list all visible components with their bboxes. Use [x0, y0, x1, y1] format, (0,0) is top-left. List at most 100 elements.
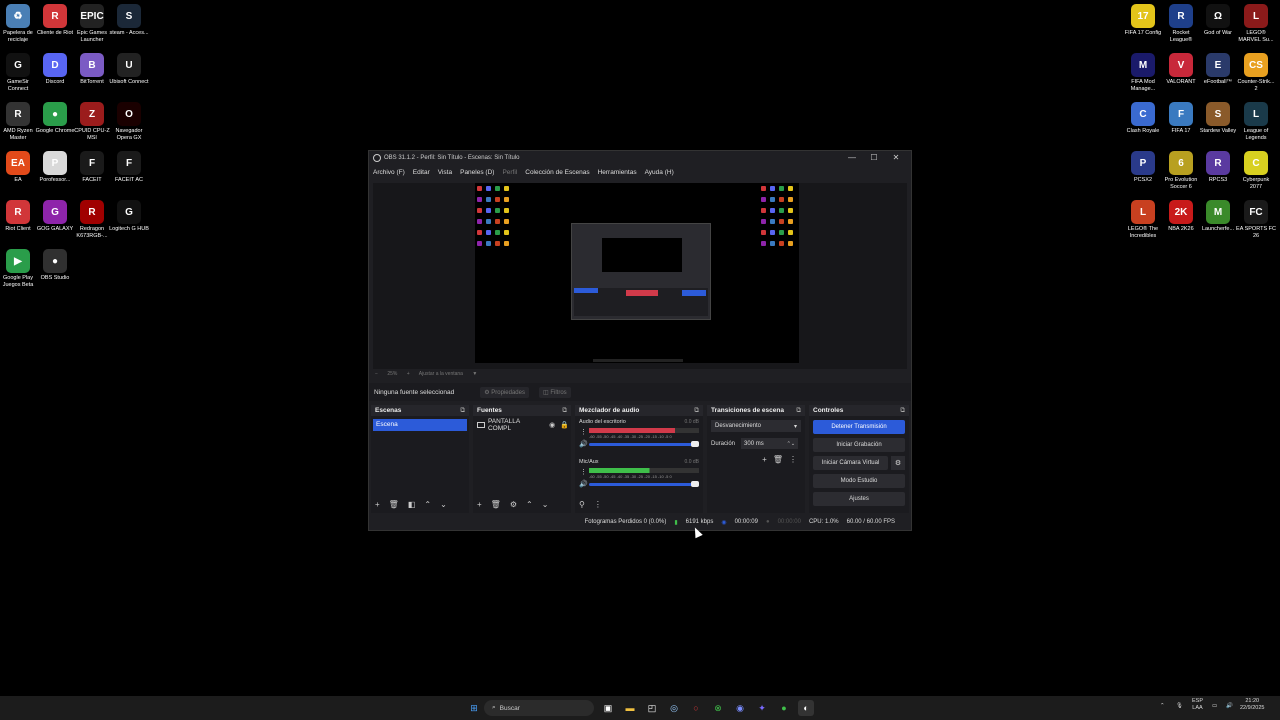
studio-mode-button[interactable]: Modo Estudio: [813, 474, 905, 488]
zoom-in-button[interactable]: +: [407, 371, 410, 377]
more-icon[interactable]: ⋮: [594, 500, 602, 509]
trash-icon[interactable]: 🗑: [491, 500, 501, 509]
desktop-icon-gamesir[interactable]: G GameSir Connect: [0, 53, 38, 93]
desktop-icon-riot-client[interactable]: R Cliente de Riot: [35, 4, 75, 37]
store-icon[interactable]: ◰: [644, 700, 660, 716]
steam-taskbar-icon[interactable]: ◎: [666, 700, 682, 716]
filter-icon[interactable]: ◧: [408, 500, 416, 509]
desktop-icon-porofessor[interactable]: P Porofessor...: [35, 151, 75, 184]
preview-canvas[interactable]: [475, 183, 799, 363]
volume-slider-knob[interactable]: [691, 481, 699, 487]
fit-dropdown-icon[interactable]: ▼: [472, 371, 477, 377]
gear-icon[interactable]: ⚙: [510, 500, 517, 509]
dock-float-icon[interactable]: ⧉: [460, 407, 465, 415]
dock-float-icon[interactable]: ⧉: [694, 407, 699, 415]
chrome-taskbar-icon[interactable]: ●: [776, 700, 792, 716]
minimize-button[interactable]: —: [841, 151, 863, 165]
properties-button[interactable]: ⚙ Propiedades: [480, 386, 529, 398]
preview-area[interactable]: [373, 183, 907, 369]
desktop-icon-clash-royale[interactable]: C Clash Royale: [1123, 102, 1163, 135]
move-down-icon[interactable]: ⌄: [440, 500, 447, 509]
task-view-icon[interactable]: ▣: [600, 700, 616, 716]
desktop-icon-valorant[interactable]: V VALORANT: [1161, 53, 1201, 86]
menu-coleccion-escenas[interactable]: Colección de Escenas: [525, 169, 589, 176]
desktop-icon-fifa17-config[interactable]: 17 FIFA 17 Config: [1123, 4, 1163, 37]
trash-icon[interactable]: 🗑: [773, 455, 783, 464]
desktop-icon-epic-games[interactable]: EPIC Epic Games Launcher: [72, 4, 112, 44]
more-icon[interactable]: ⋮: [789, 455, 797, 464]
desktop-icon-bittorrent[interactable]: B BitTorrent: [72, 53, 112, 86]
desktop-icon-stardew-valley[interactable]: S Stardew Valley: [1198, 102, 1238, 135]
obs-titlebar[interactable]: OBS 31.1.2 - Perfil: Sin Título - Escena…: [369, 151, 911, 165]
desktop-icon-amd[interactable]: R AMD Ryzen Master: [0, 102, 38, 142]
scene-item[interactable]: Escena: [373, 419, 467, 431]
network-icon[interactable]: ▭: [1212, 703, 1217, 710]
opera-gx-taskbar-icon[interactable]: ○: [688, 700, 704, 716]
zoom-out-button[interactable]: −: [375, 371, 378, 377]
menu-vista[interactable]: Vista: [438, 169, 452, 176]
teams-icon[interactable]: ✦: [754, 700, 770, 716]
desktop-icon-nba2k26[interactable]: 2K NBA 2K26: [1161, 200, 1201, 233]
obs-window[interactable]: OBS 31.1.2 - Perfil: Sin Título - Escena…: [368, 150, 912, 531]
language-indicator[interactable]: ESP LAA: [1192, 698, 1203, 712]
desktop-icon-obs-studio[interactable]: ● OBS Studio: [35, 249, 75, 282]
desktop-icon-cyberpunk[interactable]: C Cyberpunk 2077: [1236, 151, 1276, 191]
move-up-icon[interactable]: ⌃: [526, 500, 533, 509]
desktop-icon-google-play-games[interactable]: ▶ Google Play Juegos Beta: [0, 249, 38, 289]
maximize-button[interactable]: ☐: [863, 151, 885, 165]
desktop-icon-pes6[interactable]: 6 Pro Evolution Soccer 6: [1161, 151, 1201, 191]
discord-taskbar-icon[interactable]: ◉: [732, 700, 748, 716]
desktop-icon-chrome[interactable]: ● Google Chrome: [35, 102, 75, 135]
virtual-camera-button[interactable]: Iniciar Cámara Virtual: [813, 456, 888, 470]
add-icon[interactable]: +: [762, 455, 767, 464]
menu-perfil[interactable]: Perfil: [502, 169, 517, 176]
speaker-icon[interactable]: 🔊: [579, 480, 588, 488]
volume-slider[interactable]: [589, 481, 699, 487]
desktop-icon-minecraft-launcher[interactable]: M Launcherfe...: [1198, 200, 1238, 233]
volume-slider[interactable]: [589, 441, 699, 447]
desktop-icon-league[interactable]: L League of Legends: [1236, 102, 1276, 142]
desktop-icon-redragon[interactable]: R Redragon K673RGB-...: [72, 200, 112, 240]
tray-overflow-icon[interactable]: ⌃: [1160, 703, 1165, 710]
move-down-icon[interactable]: ⌄: [542, 500, 549, 509]
eye-icon[interactable]: ◉: [549, 421, 555, 429]
desktop-icon-counter-strike[interactable]: CS Counter-Strik... 2: [1236, 53, 1276, 93]
desktop-icon-ubisoft[interactable]: U Ubisoft Connect: [109, 53, 149, 86]
channel-menu-icon[interactable]: ⋮: [580, 428, 587, 436]
obs-taskbar-icon[interactable]: ◐: [798, 700, 814, 716]
link-icon[interactable]: ⚲: [579, 500, 585, 509]
desktop-icon-discord[interactable]: D Discord: [35, 53, 75, 86]
settings-button[interactable]: Ajustes: [813, 492, 905, 506]
mic-icon[interactable]: 🎙: [1176, 703, 1183, 710]
transition-select[interactable]: Desvanecimiento ▾: [711, 420, 801, 432]
fit-to-window[interactable]: Ajustar a la ventana: [419, 371, 463, 377]
desktop-icon-ea-fc26[interactable]: FC EA SPORTS FC 26: [1236, 200, 1276, 240]
desktop-icon-steam[interactable]: Ssteam - Acces...: [109, 4, 149, 37]
desktop-icon-lego-incredibles[interactable]: L LEGO® The Incredibles: [1123, 200, 1163, 240]
speaker-icon[interactable]: 🔊: [579, 440, 588, 448]
desktop-icon-fifa17[interactable]: F FIFA 17: [1161, 102, 1201, 135]
volume-slider-knob[interactable]: [691, 441, 699, 447]
desktop-icon-rpcs3[interactable]: R RPCS3: [1198, 151, 1238, 184]
file-explorer-icon[interactable]: ▬: [622, 700, 638, 716]
desktop-icon-lego-marvel[interactable]: L LEGO® MARVEL Su...: [1236, 4, 1276, 44]
close-button[interactable]: ✕: [885, 151, 907, 165]
desktop-icon-pcsx2[interactable]: P PCSX2: [1123, 151, 1163, 184]
add-icon[interactable]: +: [477, 500, 482, 509]
xbox-icon[interactable]: ⊗: [710, 700, 726, 716]
filters-button[interactable]: ◫ Filtros: [538, 386, 571, 398]
desktop-icon-rocket-league[interactable]: R Rocket League®: [1161, 4, 1201, 44]
move-up-icon[interactable]: ⌃: [424, 500, 431, 509]
desktop-icon-riot-client-2[interactable]: R Riot Client: [0, 200, 38, 233]
trash-icon[interactable]: 🗑: [389, 500, 399, 509]
desktop-icon-faceit-ac[interactable]: F FACEIT AC: [109, 151, 149, 184]
source-item[interactable]: PANTALLA COMPL ◉ 🔒: [477, 418, 569, 432]
desktop-icon-faceit[interactable]: F FACEIT: [72, 151, 112, 184]
add-icon[interactable]: +: [375, 500, 380, 509]
stop-stream-button[interactable]: Detener Transmisión: [813, 420, 905, 434]
desktop-icon-recycle-bin[interactable]: ♻ Papelera de reciclaje: [0, 4, 38, 44]
menu-paneles[interactable]: Paneles (D): [460, 169, 494, 176]
duration-input[interactable]: 300 ms ⌃⌄: [741, 438, 799, 449]
taskbar-search[interactable]: ⌕ Buscar: [484, 700, 594, 716]
desktop-icon-fifa-mod-manager[interactable]: M FIFA Mod Manage...: [1123, 53, 1163, 93]
